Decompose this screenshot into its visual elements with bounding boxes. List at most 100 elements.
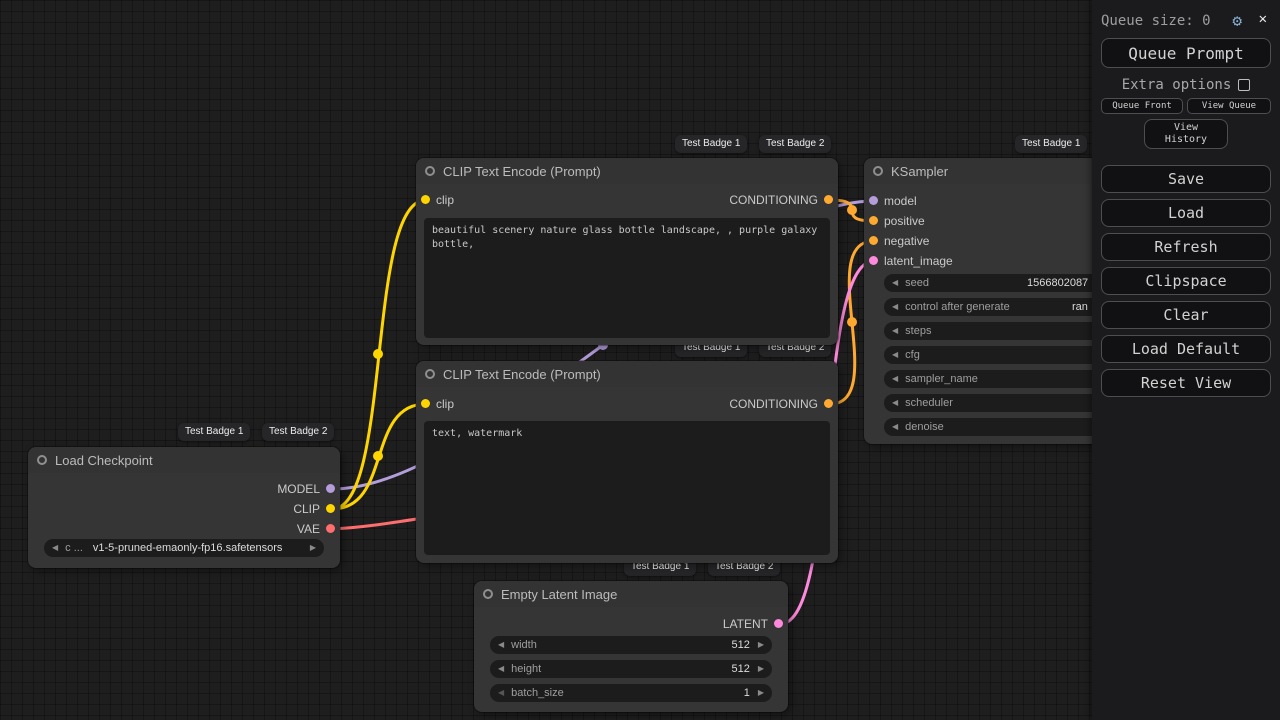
node-title: Load Checkpoint: [55, 452, 153, 468]
collapse-dot[interactable]: [425, 369, 435, 379]
node-badge: Test Badge 2: [262, 423, 335, 441]
refresh-button[interactable]: Refresh: [1101, 233, 1271, 261]
view-queue-button[interactable]: View Queue: [1187, 98, 1271, 114]
decrement-icon[interactable]: ◀: [892, 346, 898, 364]
node-load-checkpoint[interactable]: Load Checkpoint MODEL CLIP VAE ◀ c ... v…: [28, 447, 340, 568]
clipspace-button[interactable]: Clipspace: [1101, 267, 1271, 295]
increment-icon[interactable]: ▶: [758, 684, 764, 702]
output-slot-conditioning[interactable]: [824, 195, 833, 204]
input-slot-positive[interactable]: [869, 216, 878, 225]
settings-gear-icon[interactable]: ⚙: [1232, 11, 1242, 30]
link-midpoint-dot[interactable]: [373, 349, 383, 359]
node-title: Empty Latent Image: [501, 586, 618, 602]
widget-value: 512: [731, 663, 750, 675]
reset-view-button[interactable]: Reset View: [1101, 369, 1271, 397]
node-badge: Test Badge 2: [759, 135, 832, 153]
decrement-icon[interactable]: ◀: [892, 274, 898, 292]
output-slot-conditioning[interactable]: [824, 399, 833, 408]
node-title-bar[interactable]: Load Checkpoint: [28, 447, 340, 473]
decrement-icon[interactable]: ◀: [498, 636, 504, 654]
input-label-clip: clip: [436, 397, 455, 411]
node-title-bar[interactable]: CLIP Text Encode (Prompt): [416, 158, 838, 184]
link-midpoint-dot[interactable]: [373, 451, 383, 461]
output-slot-model[interactable]: [326, 484, 335, 493]
decrement-icon[interactable]: ◀: [892, 298, 898, 316]
decrement-icon[interactable]: ◀: [892, 394, 898, 412]
extra-options-row: Extra options: [1092, 77, 1280, 93]
clear-button[interactable]: Clear: [1101, 301, 1271, 329]
input-label-positive: positive: [884, 214, 925, 228]
widget-name: denoise: [905, 421, 944, 433]
node-badge: Test Badge 1: [675, 135, 748, 153]
node-title: KSampler: [891, 163, 949, 179]
extra-options-checkbox[interactable]: [1238, 79, 1251, 91]
output-label-model: MODEL: [277, 482, 320, 496]
widget-name: control after generate: [905, 301, 1010, 313]
decrement-icon[interactable]: ◀: [498, 684, 504, 702]
output-slot-vae[interactable]: [326, 524, 335, 533]
view-history-button[interactable]: View History: [1144, 119, 1228, 149]
decrement-icon[interactable]: ◀: [892, 322, 898, 340]
node-clip-text-encode-positive[interactable]: CLIP Text Encode (Prompt) clip CONDITION…: [416, 158, 838, 345]
batch-size-widget[interactable]: ◀ batch_size 1 ▶: [490, 684, 772, 702]
app-root: Test Badge 1 Test Badge 2 Test Badge 1 T…: [0, 0, 1280, 720]
queue-front-button[interactable]: Queue Front: [1101, 98, 1183, 114]
link-midpoint-dot[interactable]: [847, 205, 857, 215]
input-slot-model[interactable]: [869, 196, 878, 205]
collapse-dot[interactable]: [37, 455, 47, 465]
increment-icon[interactable]: ▶: [758, 636, 764, 654]
save-button[interactable]: Save: [1101, 165, 1271, 193]
output-label-conditioning: CONDITIONING: [729, 193, 818, 207]
widget-value: 1: [743, 687, 750, 699]
node-title-bar[interactable]: CLIP Text Encode (Prompt): [416, 361, 838, 387]
node-title: CLIP Text Encode (Prompt): [443, 163, 601, 179]
decrement-icon[interactable]: ◀: [52, 539, 58, 557]
decrement-icon[interactable]: ◀: [498, 660, 504, 678]
width-widget[interactable]: ◀ width 512 ▶: [490, 636, 772, 654]
node-title-bar[interactable]: Empty Latent Image: [474, 581, 788, 607]
widget-value: 512: [731, 639, 750, 651]
widget-name: batch_size: [511, 687, 564, 699]
increment-icon[interactable]: ▶: [310, 539, 316, 557]
input-slot-negative[interactable]: [869, 236, 878, 245]
close-icon[interactable]: ✕: [1259, 11, 1267, 27]
widget-name: sampler_name: [905, 373, 978, 385]
widget-value: v1-5-pruned-emaonly-fp16.safetensors: [92, 542, 283, 554]
prompt-textarea[interactable]: text, watermark: [424, 421, 830, 555]
decrement-icon[interactable]: ◀: [892, 370, 898, 388]
node-clip-text-encode-negative[interactable]: CLIP Text Encode (Prompt) clip CONDITION…: [416, 361, 838, 563]
node-title: CLIP Text Encode (Prompt): [443, 366, 601, 382]
output-label-clip: CLIP: [293, 502, 320, 516]
widget-value: ran: [1072, 301, 1088, 313]
widget-name: steps: [905, 325, 932, 337]
output-label-latent: LATENT: [722, 617, 768, 631]
ckpt-name-widget[interactable]: ◀ c ... v1-5-pruned-emaonly-fp16.safeten…: [44, 539, 324, 557]
queue-prompt-button[interactable]: Queue Prompt: [1101, 38, 1271, 68]
widget-name: c ...: [65, 542, 83, 554]
link-midpoint-dot[interactable]: [847, 317, 857, 327]
node-empty-latent-image[interactable]: Empty Latent Image LATENT ◀ width 512 ▶ …: [474, 581, 788, 712]
widget-name: cfg: [905, 349, 920, 361]
collapse-dot[interactable]: [483, 589, 493, 599]
widget-name: seed: [905, 277, 930, 289]
widget-value: 1566802087: [1027, 277, 1089, 289]
collapse-dot[interactable]: [425, 166, 435, 176]
decrement-icon[interactable]: ◀: [892, 418, 898, 436]
output-slot-latent[interactable]: [774, 619, 783, 628]
queue-size-label: Queue size: 0: [1101, 13, 1211, 29]
increment-icon[interactable]: ▶: [758, 660, 764, 678]
node-graph-canvas[interactable]: Test Badge 1 Test Badge 2 Test Badge 1 T…: [0, 0, 1280, 720]
input-label-model: model: [884, 194, 917, 208]
height-widget[interactable]: ◀ height 512 ▶: [490, 660, 772, 678]
input-slot-clip[interactable]: [421, 399, 430, 408]
input-slot-clip[interactable]: [421, 195, 430, 204]
load-default-button[interactable]: Load Default: [1101, 335, 1271, 363]
input-slot-latent-image[interactable]: [869, 256, 878, 265]
node-badge: Test Badge 1: [178, 423, 251, 441]
extra-options-label: Extra options: [1121, 77, 1232, 93]
output-slot-clip[interactable]: [326, 504, 335, 513]
load-button[interactable]: Load: [1101, 199, 1271, 227]
prompt-textarea[interactable]: beautiful scenery nature glass bottle la…: [424, 218, 830, 338]
widget-name: scheduler: [905, 397, 953, 409]
collapse-dot[interactable]: [873, 166, 883, 176]
